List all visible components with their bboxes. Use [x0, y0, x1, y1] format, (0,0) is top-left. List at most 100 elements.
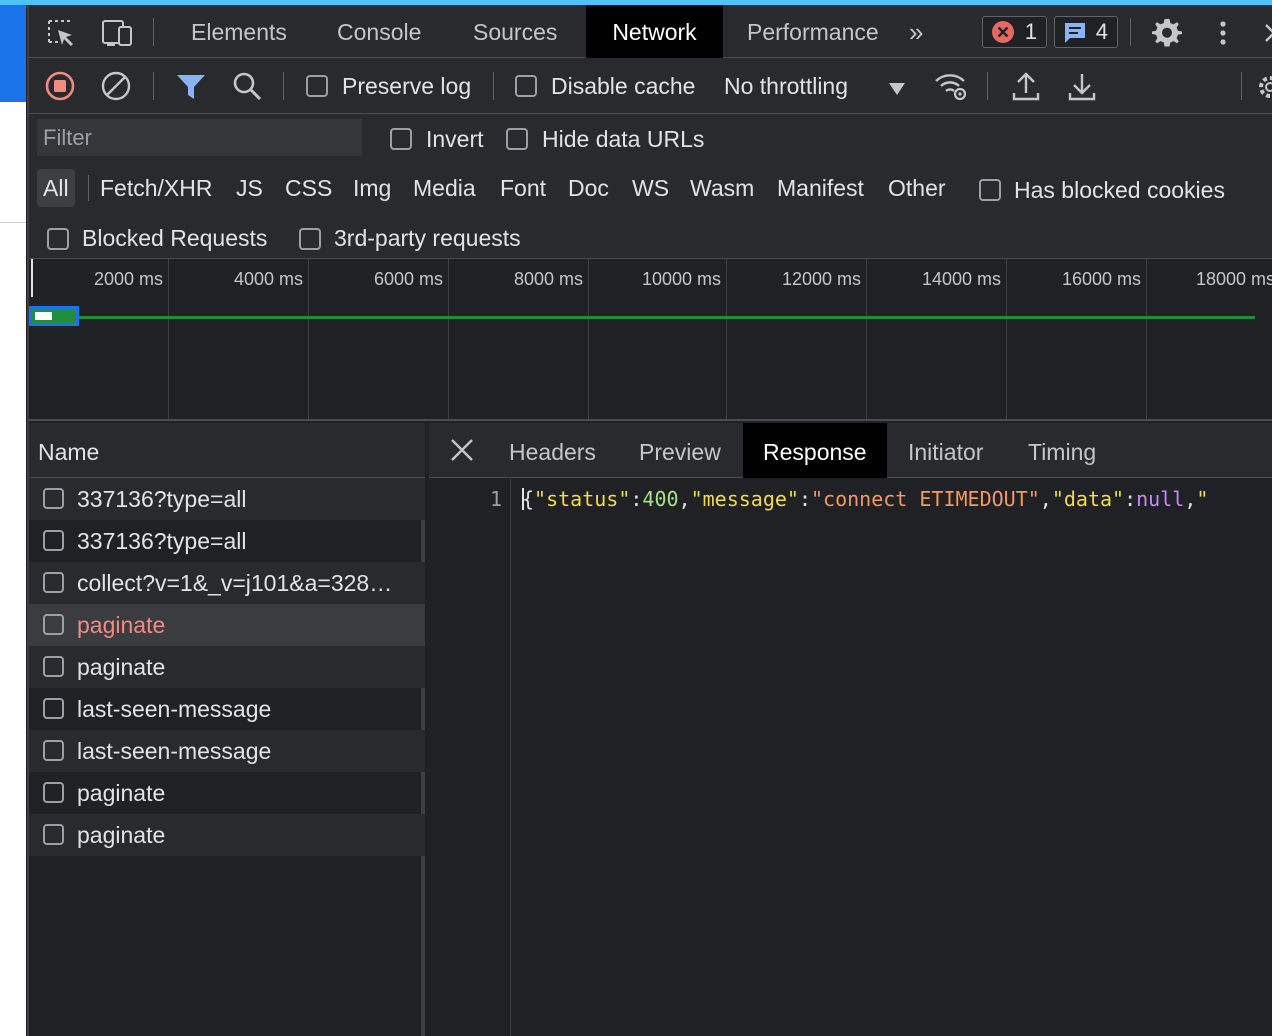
type-filter-css[interactable]: CSS	[283, 169, 334, 207]
disable-cache-checkbox[interactable]	[515, 75, 537, 97]
filter-bar: Invert Hide data URLs All Fetch/XHR JS C…	[29, 114, 1272, 259]
network-settings-icon[interactable]	[1256, 73, 1272, 106]
tab-console[interactable]: Console	[321, 5, 437, 58]
request-row[interactable]: last-seen-message	[29, 730, 425, 772]
grid-line	[308, 259, 309, 419]
tab-initiator[interactable]: Initiator	[888, 423, 1003, 478]
search-icon[interactable]	[232, 71, 262, 106]
gear-icon[interactable]	[1151, 16, 1182, 47]
request-name: 337136?type=all	[77, 528, 247, 554]
row-checkbox[interactable]	[43, 698, 64, 719]
tick-label: 12000 ms	[781, 269, 861, 289]
request-row-selected[interactable]: paginate	[29, 604, 425, 646]
error-count-badge[interactable]: 1	[982, 16, 1047, 48]
request-row[interactable]: 337136?type=all	[29, 520, 425, 562]
network-conditions-icon[interactable]	[934, 71, 968, 106]
row-checkbox[interactable]	[43, 488, 64, 509]
json-comma: ,	[678, 487, 691, 511]
tick-label: 18000 ms	[1196, 269, 1272, 289]
response-body[interactable]: {"status":400,"message":"connect ETIMEDO…	[522, 487, 1208, 511]
message-count-badge[interactable]: 4	[1054, 16, 1118, 48]
type-filter-js[interactable]: JS	[234, 169, 265, 207]
type-filter-other[interactable]: Other	[886, 169, 948, 207]
more-options-icon[interactable]	[1213, 18, 1233, 48]
request-row[interactable]: paginate	[29, 646, 425, 688]
tab-performance[interactable]: Performance	[731, 5, 895, 58]
invert-checkbox[interactable]	[390, 128, 412, 150]
import-har-icon[interactable]	[1012, 71, 1040, 106]
row-checkbox[interactable]	[43, 740, 64, 761]
grid-line	[1006, 259, 1007, 419]
stop-recording-icon[interactable]	[45, 71, 75, 106]
row-checkbox[interactable]	[43, 572, 64, 593]
request-row[interactable]: 337136?type=all	[29, 478, 425, 520]
type-filter-media[interactable]: Media	[411, 169, 478, 207]
tab-elements[interactable]: Elements	[175, 5, 303, 58]
tick-label: 14000 ms	[921, 269, 1001, 289]
throttling-select[interactable]: No throttling	[724, 73, 848, 100]
device-toolbar-icon[interactable]	[101, 18, 132, 48]
has-blocked-cookies-checkbox[interactable]	[979, 179, 1001, 201]
request-row[interactable]: paginate	[29, 814, 425, 856]
close-icon[interactable]	[449, 437, 475, 463]
separator	[493, 72, 494, 100]
tick-label: 10000 ms	[641, 269, 721, 289]
row-checkbox[interactable]	[43, 824, 64, 845]
preserve-log-label: Preserve log	[342, 73, 472, 99]
network-overview[interactable]: 2000 ms 4000 ms 6000 ms 8000 ms 10000 ms…	[29, 259, 1272, 421]
type-filter-img[interactable]: Img	[351, 169, 393, 207]
hide-data-urls-checkbox[interactable]	[506, 128, 528, 150]
close-devtools-icon[interactable]	[1262, 18, 1272, 48]
request-row[interactable]: collect?v=1&_v=j101&a=328…	[29, 562, 425, 604]
tab-preview[interactable]: Preview	[619, 423, 741, 478]
row-checkbox[interactable]	[43, 614, 64, 635]
third-party-checkbox[interactable]	[299, 228, 321, 250]
detail-tabbar: Headers Preview Response Initiator Timin…	[429, 423, 1272, 478]
type-filter-font[interactable]: Font	[498, 169, 548, 207]
page-header-strip	[0, 5, 26, 102]
request-name: collect?v=1&_v=j101&a=328…	[77, 570, 393, 596]
tab-sources[interactable]: Sources	[457, 5, 573, 58]
request-row[interactable]: paginate	[29, 772, 425, 814]
devtools-panel: Elements Console Sources Network Perform…	[27, 5, 1272, 1036]
export-har-icon[interactable]	[1068, 71, 1096, 106]
third-party-label: 3rd-party requests	[334, 225, 521, 251]
preserve-log-checkbox[interactable]	[306, 75, 328, 97]
name-column-header[interactable]: Name	[29, 423, 425, 478]
more-tabs-button[interactable]: »	[901, 5, 931, 58]
dropdown-arrow-icon[interactable]	[889, 82, 905, 100]
tick-label: 2000 ms	[93, 269, 163, 289]
row-checkbox[interactable]	[43, 782, 64, 803]
timeline-waterfall-bar	[79, 316, 1255, 319]
tab-headers[interactable]: Headers	[489, 423, 616, 478]
tab-network[interactable]: Network	[586, 5, 723, 58]
inspect-element-icon[interactable]	[46, 18, 76, 48]
type-filter-ws[interactable]: WS	[630, 169, 671, 207]
tab-timing[interactable]: Timing	[1008, 423, 1116, 478]
has-blocked-cookies-label: Has blocked cookies	[1014, 177, 1225, 203]
type-filter-wasm[interactable]: Wasm	[688, 169, 756, 207]
tab-response[interactable]: Response	[743, 423, 887, 478]
grid-line	[726, 259, 727, 419]
grid-line	[1146, 259, 1147, 419]
blocked-requests-checkbox[interactable]	[47, 228, 69, 250]
error-count: 1	[1024, 19, 1037, 44]
filter-icon[interactable]	[176, 73, 206, 106]
filter-input[interactable]	[37, 119, 362, 156]
grid-line	[866, 259, 867, 419]
json-key-status: "status"	[534, 487, 631, 511]
overview-selection[interactable]	[29, 306, 79, 326]
type-filter-manifest[interactable]: Manifest	[775, 169, 866, 207]
message-count: 4	[1095, 19, 1108, 44]
clear-icon[interactable]	[101, 71, 131, 106]
separator	[153, 72, 154, 100]
type-filter-all[interactable]: All	[37, 169, 75, 207]
request-row[interactable]: last-seen-message	[29, 688, 425, 730]
line-number: 1	[489, 487, 502, 511]
row-checkbox[interactable]	[43, 530, 64, 551]
type-filter-fetch-xhr[interactable]: Fetch/XHR	[98, 169, 214, 207]
error-icon	[992, 21, 1014, 43]
json-brace: {	[522, 487, 535, 511]
type-filter-doc[interactable]: Doc	[566, 169, 611, 207]
row-checkbox[interactable]	[43, 656, 64, 677]
